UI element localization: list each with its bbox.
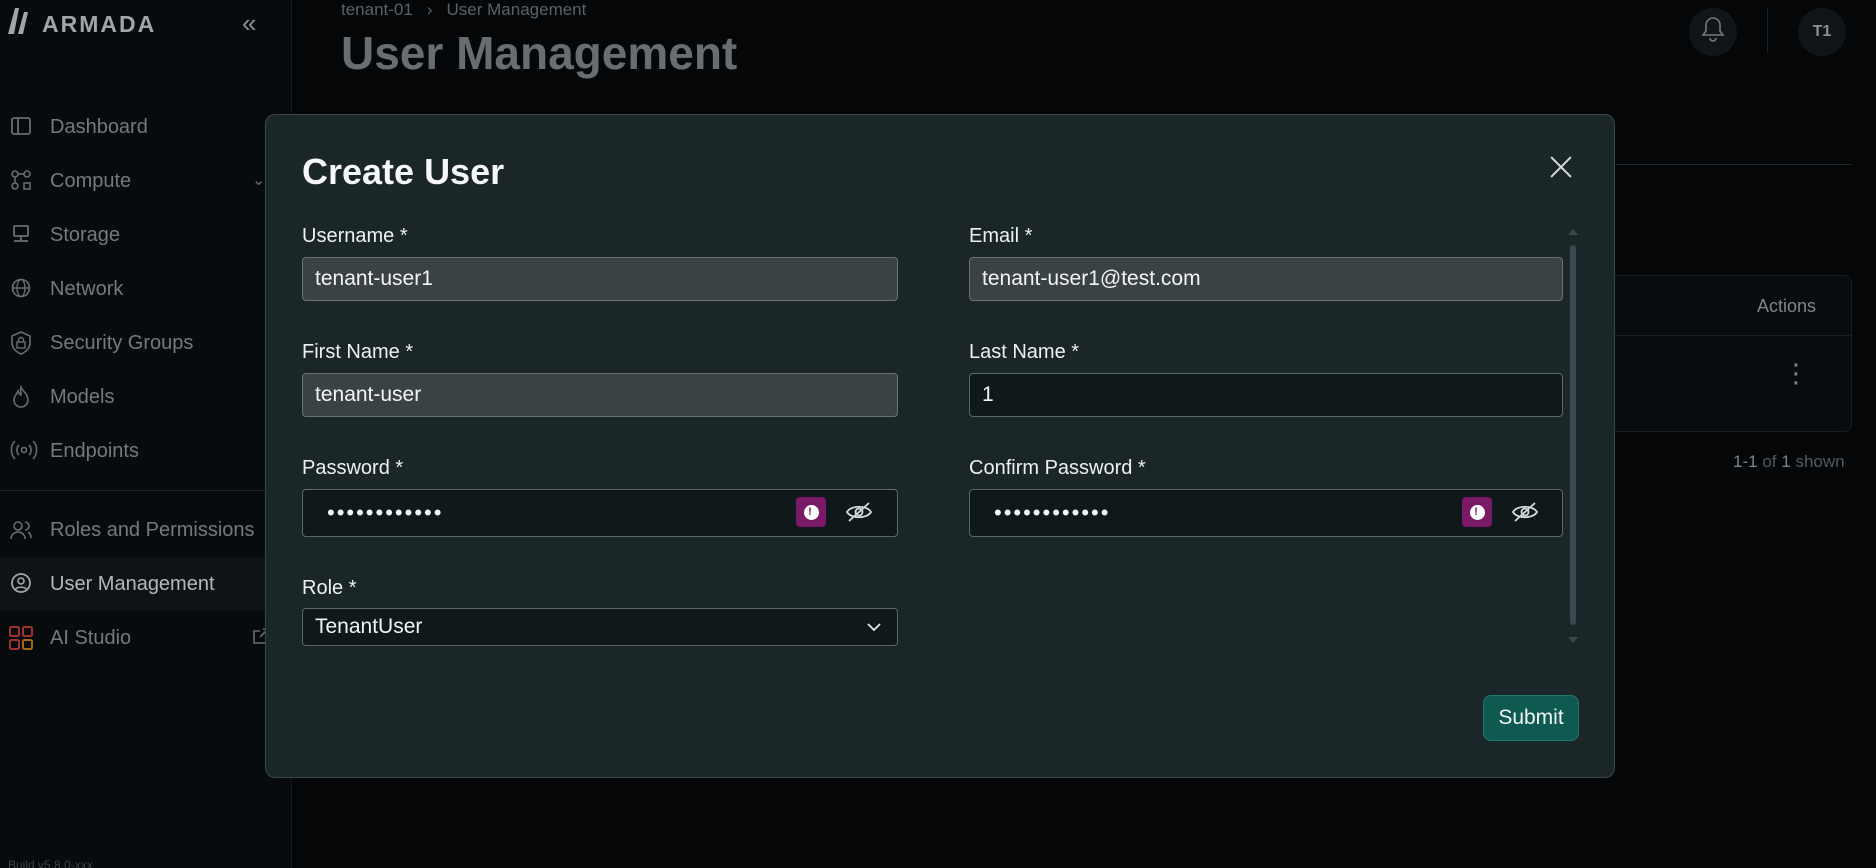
password-label: Password * <box>302 457 404 479</box>
close-icon[interactable] <box>1545 151 1577 183</box>
email-label: Email * <box>969 225 1033 247</box>
password-value: •••••••••••• <box>327 500 444 525</box>
scroll-up-arrow[interactable] <box>1568 229 1578 235</box>
first-name-field[interactable]: tenant-user <box>302 373 898 417</box>
confirm-password-value: •••••••••••• <box>994 500 1111 525</box>
scroll-down-arrow[interactable] <box>1568 637 1578 643</box>
submit-button[interactable]: Submit <box>1483 695 1579 741</box>
chevron-down-icon <box>867 623 881 632</box>
scrollbar[interactable] <box>1570 245 1576 625</box>
password-manager-icon[interactable]: ! <box>796 497 826 527</box>
first-name-label: First Name * <box>302 341 414 363</box>
email-field[interactable]: tenant-user1@test.com <box>969 257 1563 301</box>
role-select-value: TenantUser <box>315 615 423 638</box>
username-label: Username * <box>302 225 408 247</box>
role-label: Role * <box>302 577 357 599</box>
dialog-title: Create User <box>302 151 505 192</box>
eye-off-icon[interactable] <box>845 500 873 524</box>
username-field[interactable]: tenant-user1 <box>302 257 898 301</box>
confirm-password-label: Confirm Password * <box>969 457 1146 479</box>
role-select[interactable]: TenantUser <box>302 608 898 646</box>
confirm-password-field[interactable]: •••••••••••• ! <box>969 489 1563 537</box>
password-manager-icon[interactable]: ! <box>1462 497 1492 527</box>
password-field[interactable]: •••••••••••• ! <box>302 489 898 537</box>
last-name-label: Last Name * <box>969 341 1080 363</box>
last-name-field[interactable]: 1 <box>969 373 1563 417</box>
create-user-dialog: Create User Username * tenant-user1 Emai… <box>265 114 1615 778</box>
eye-off-icon[interactable] <box>1511 500 1539 524</box>
